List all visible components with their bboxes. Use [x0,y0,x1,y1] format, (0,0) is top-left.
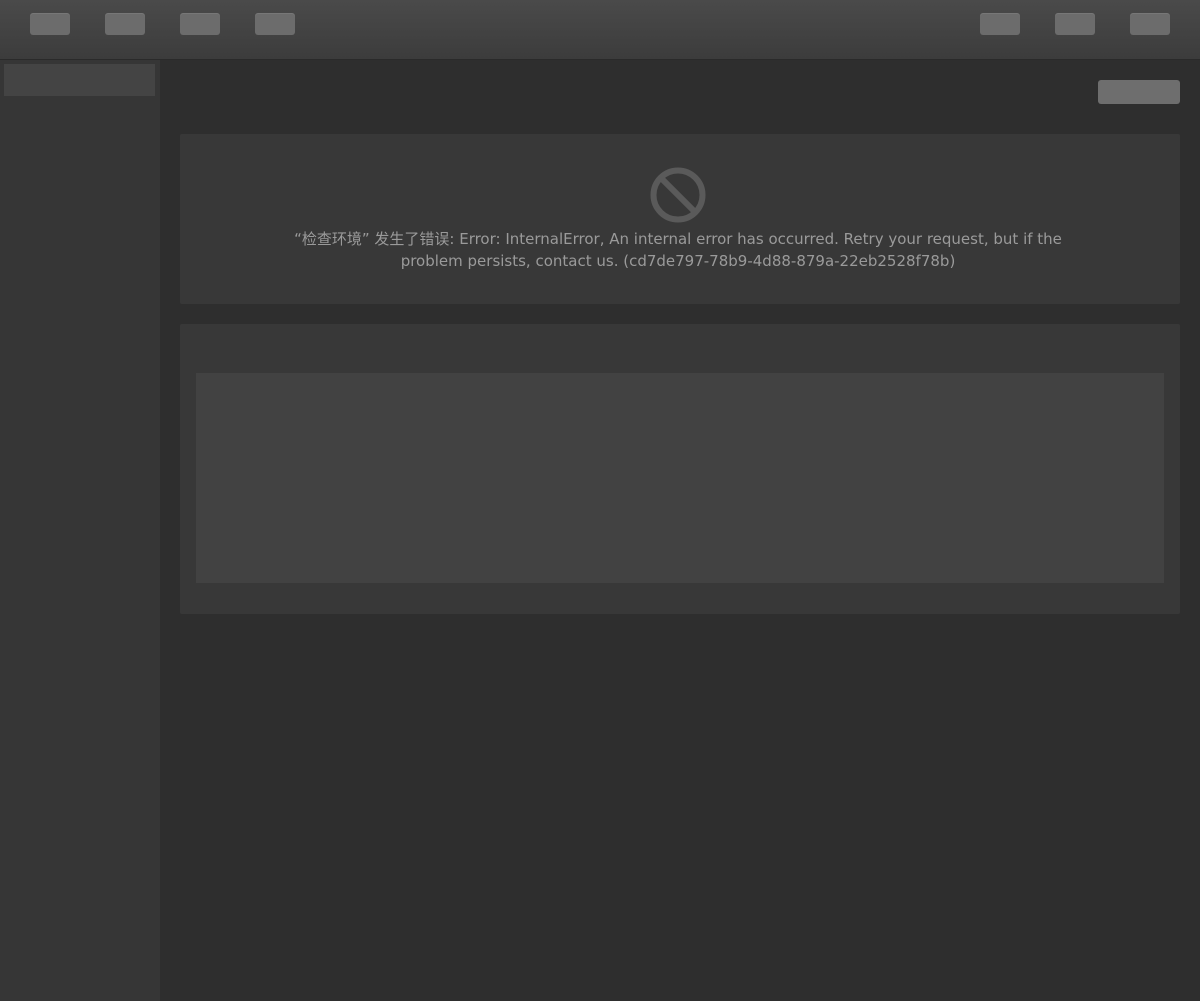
toolbar-button-6[interactable] [1055,13,1095,35]
toolbar-button-7[interactable] [1130,13,1170,35]
toolbar-button-1[interactable] [30,13,70,35]
error-panel: “检查环境” 发生了错误: Error: InternalError, An i… [180,134,1180,304]
action-button[interactable] [1098,80,1180,104]
toolbar-button-2[interactable] [105,13,145,35]
prohibited-icon [650,167,706,223]
content-placeholder [196,373,1164,583]
top-toolbar [0,0,1200,60]
content-panel [180,324,1180,614]
error-message: “检查环境” 发生了错误: Error: InternalError, An i… [294,230,1062,270]
sidebar-item-selected[interactable] [4,64,155,96]
toolbar-button-3[interactable] [180,13,220,35]
sidebar [0,60,160,1001]
main-content: “检查环境” 发生了错误: Error: InternalError, An i… [160,60,1200,1001]
toolbar-button-5[interactable] [980,13,1020,35]
toolbar-button-4[interactable] [255,13,295,35]
